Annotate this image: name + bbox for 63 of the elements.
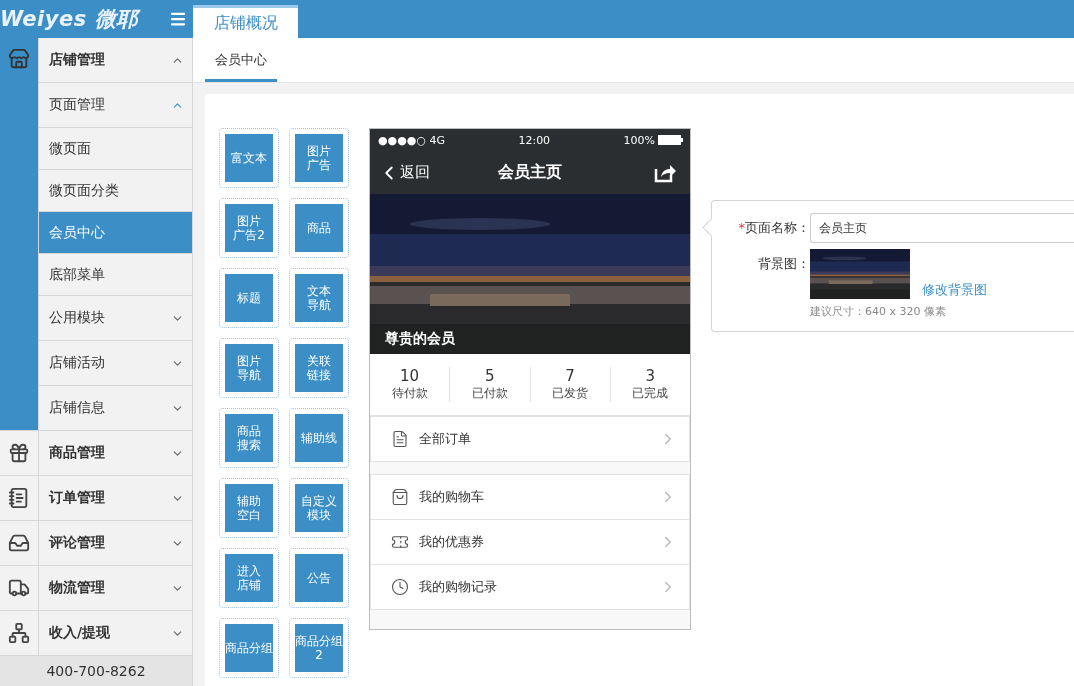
stat-label: 待付款 xyxy=(391,385,428,402)
banner-caption: 尊贵的会员 xyxy=(385,330,455,348)
stat-label: 已付款 xyxy=(471,385,508,402)
page-title: 会员主页 xyxy=(498,162,562,183)
widget-label[interactable]: 关联 xyxy=(307,354,331,368)
field-label: 背景图： xyxy=(757,255,810,273)
widget-label[interactable]: 图片 xyxy=(237,354,261,368)
widget-label[interactable]: 导航 xyxy=(237,368,261,382)
clock-icon xyxy=(391,578,409,596)
widget-label[interactable]: 商品 xyxy=(237,424,261,438)
bag-icon xyxy=(391,488,409,506)
page-name-field[interactable]: 会员主页 xyxy=(810,213,1074,243)
document-icon xyxy=(391,430,409,448)
widget-label[interactable]: 搜索 xyxy=(237,438,261,452)
widget-label[interactable]: 广告2 xyxy=(233,228,265,242)
back-button[interactable]: 返回 xyxy=(378,161,430,184)
menu-row[interactable]: 我的优惠券 xyxy=(371,519,689,564)
widget-label[interactable]: 商品分组 xyxy=(295,634,343,648)
truck-icon xyxy=(8,577,30,599)
widget-label[interactable]: 标题 xyxy=(237,291,261,305)
clock-text: 12:00 xyxy=(518,133,551,147)
menu-row[interactable]: 我的购物车 xyxy=(371,475,689,519)
widget-label[interactable]: 模块 xyxy=(307,508,331,522)
battery-icon xyxy=(658,135,684,145)
stat-value: 5 xyxy=(485,367,495,385)
field-label: *页面名称： xyxy=(737,219,810,237)
widget-label[interactable]: 文本 xyxy=(307,284,331,298)
widget-label[interactable]: 图片 xyxy=(237,214,261,228)
change-background-link[interactable]: 修改背景图 xyxy=(922,281,987,299)
tray-icon xyxy=(8,532,30,554)
battery-text: 100% xyxy=(623,133,655,147)
widget-label[interactable]: 链接 xyxy=(307,368,331,382)
tab[interactable]: 店铺概况 xyxy=(193,5,298,38)
ticket-icon xyxy=(391,533,409,551)
signal-text: ●●●●○ 4G xyxy=(378,133,445,147)
phone-number: 400-700-8262 xyxy=(0,656,192,686)
stat-label: 已发货 xyxy=(552,385,589,402)
submenu-item[interactable]: 会员中心 xyxy=(39,212,192,254)
widget-label[interactable]: 公告 xyxy=(307,571,331,585)
widget-label[interactable]: 店铺 xyxy=(237,578,261,592)
gift-icon xyxy=(8,442,30,464)
stat-value: 10 xyxy=(400,367,420,385)
stat-label: 已完成 xyxy=(632,385,669,402)
store-icon xyxy=(8,48,30,70)
widget-label[interactable]: 2 xyxy=(315,648,323,662)
widget-label[interactable]: 图片 xyxy=(307,144,331,158)
stat-value: 7 xyxy=(565,367,575,385)
stat-value: 3 xyxy=(645,367,656,385)
widget-label[interactable]: 进入 xyxy=(237,564,261,578)
widget-label[interactable]: 商品 xyxy=(307,221,331,235)
widget-label[interactable]: 自定义 xyxy=(301,494,337,508)
notepad-icon xyxy=(8,487,30,509)
menu-icon[interactable] xyxy=(169,10,187,28)
menu-row[interactable]: 全部订单 xyxy=(371,417,689,461)
share-icon[interactable] xyxy=(654,162,676,183)
menu-row[interactable]: 我的购物记录 xyxy=(371,564,689,609)
widget-label[interactable]: 导航 xyxy=(307,298,331,312)
widget-label[interactable]: 空白 xyxy=(237,508,261,522)
hierarchy-icon xyxy=(8,622,30,644)
size-hint: 建议尺寸：640 x 320 像素 xyxy=(810,304,947,319)
subtab[interactable]: 会员中心 xyxy=(205,40,277,82)
widget-label[interactable]: 辅助 xyxy=(237,494,261,508)
widget-label[interactable]: 广告 xyxy=(307,158,331,172)
